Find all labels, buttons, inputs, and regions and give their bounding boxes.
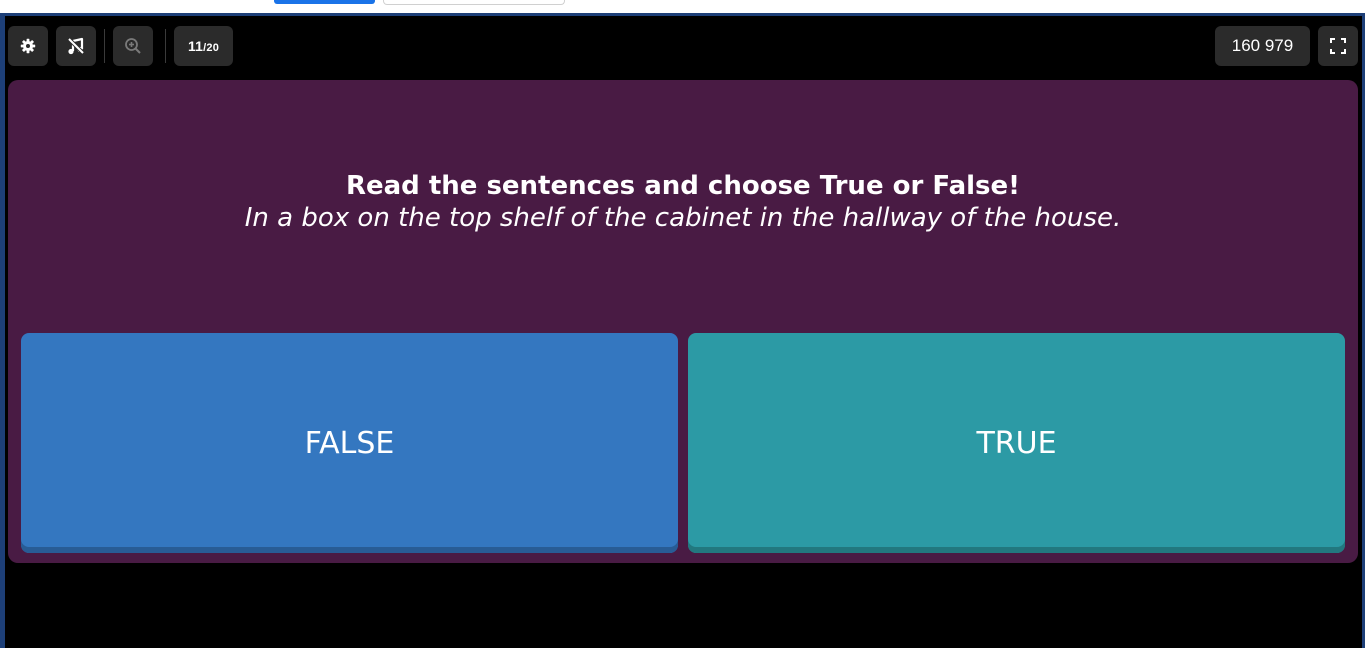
inactive-tab[interactable]	[383, 0, 565, 5]
browser-top-strip	[0, 0, 1365, 13]
question-block: Read the sentences and choose True or Fa…	[8, 170, 1358, 234]
active-tab-indicator[interactable]	[274, 0, 375, 4]
fullscreen-button[interactable]	[1318, 26, 1358, 66]
question-sentence: In a box on the top shelf of the cabinet…	[244, 203, 1122, 233]
counter-current: 11	[187, 38, 204, 54]
music-toggle-button[interactable]	[56, 26, 96, 66]
counter-total: /20	[203, 42, 220, 54]
activity-stage: 11/20 160 979 Read the sentences and cho…	[5, 16, 1362, 648]
gear-icon	[20, 38, 36, 54]
settings-button[interactable]	[8, 26, 48, 66]
question-card: Read the sentences and choose True or Fa…	[8, 80, 1358, 563]
toolbar-divider	[104, 29, 105, 63]
answer-false-label: FALSE	[304, 425, 395, 461]
fullscreen-icon	[1329, 37, 1347, 55]
toolbar-divider	[165, 29, 166, 63]
zoom-button[interactable]	[113, 26, 153, 66]
zoom-in-icon	[124, 37, 142, 55]
music-off-icon	[66, 36, 86, 56]
question-counter: 11/20	[174, 26, 233, 66]
answer-true-label: TRUE	[976, 425, 1057, 461]
counter-text: 11/20	[188, 38, 219, 54]
score-value: 160 979	[1231, 36, 1294, 55]
answer-false-button[interactable]: FALSE	[21, 333, 678, 553]
score-display: 160 979	[1215, 26, 1310, 66]
question-title: Read the sentences and choose True or Fa…	[345, 171, 1021, 201]
answer-true-button[interactable]: TRUE	[688, 333, 1345, 553]
